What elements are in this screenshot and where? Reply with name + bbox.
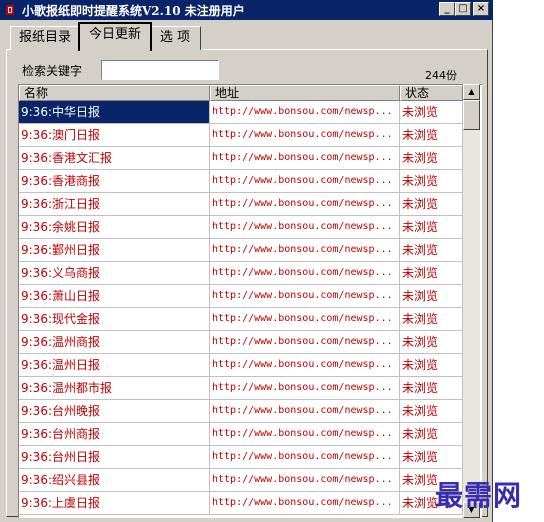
row-status-cell[interactable]: 未浏览	[400, 193, 463, 216]
row-status-cell[interactable]: 未浏览	[400, 423, 463, 446]
row-status-cell[interactable]: 未浏览	[400, 216, 463, 239]
row-name-cell[interactable]: 9:36:香港文汇报	[19, 147, 210, 170]
app-logo-icon	[3, 2, 17, 18]
row-name-cell[interactable]: 9:36:中华日报	[19, 101, 210, 124]
tab-today-updates[interactable]: 今日更新	[78, 22, 152, 51]
row-url-cell[interactable]: http://www.bonsou.com/newsp...	[210, 400, 400, 423]
row-name-cell[interactable]: 9:36:台州日报	[19, 446, 210, 469]
table-row[interactable]: 9:36:台州日报 http://www.bonsou.com/newsp... 未…	[19, 446, 463, 469]
minimize-button[interactable]: _	[439, 2, 455, 16]
table-row[interactable]: 9:36:温州商报 http://www.bonsou.com/newsp... 未…	[19, 331, 463, 354]
row-name-cell[interactable]: 9:36:台州商报	[19, 423, 210, 446]
row-name-cell[interactable]: 9:36:余姚日报	[19, 216, 210, 239]
row-status-cell[interactable]: 未浏览	[400, 124, 463, 147]
row-name-cell[interactable]: 9:36:温州都市报	[19, 377, 210, 400]
window-title: 小歌报纸即时提醒系统V2.10 未注册用户	[22, 4, 245, 18]
row-name-cell[interactable]: 9:36:绍兴县报	[19, 469, 210, 492]
row-url-cell[interactable]: http://www.bonsou.com/newsp...	[210, 446, 400, 469]
row-name-cell[interactable]: 9:36:香港商报	[19, 170, 210, 193]
column-header-status[interactable]: 状态	[400, 85, 463, 101]
row-url-cell[interactable]: http://www.bonsou.com/newsp...	[210, 331, 400, 354]
row-name-cell[interactable]: 9:36:温州商报	[19, 331, 210, 354]
row-status-cell[interactable]: 未浏览	[400, 262, 463, 285]
table-row[interactable]: 9:36:澳门日报 http://www.bonsou.com/newsp... 未…	[19, 124, 463, 147]
row-url-cell[interactable]: http://www.bonsou.com/newsp...	[210, 124, 400, 147]
row-url-cell[interactable]: http://www.bonsou.com/newsp...	[210, 469, 400, 492]
row-name-cell[interactable]: 9:36:台州晚报	[19, 400, 210, 423]
app-window: 小歌报纸即时提醒系统V2.10 未注册用户 _ □ × 报纸目录 今日更新 选 …	[0, 0, 493, 522]
vertical-scrollbar[interactable]: ▲ ▼	[463, 84, 480, 518]
maximize-button[interactable]: □	[455, 2, 471, 16]
row-status-cell[interactable]: 未浏览	[400, 354, 463, 377]
row-url-cell[interactable]: http://www.bonsou.com/newsp...	[210, 377, 400, 400]
table-row[interactable]: 9:36:台州商报 http://www.bonsou.com/newsp... 未…	[19, 423, 463, 446]
table-row[interactable]: 9:36:上虞日报 http://www.bonsou.com/newsp... 未…	[19, 492, 463, 515]
row-url-cell[interactable]: http://www.bonsou.com/newsp...	[210, 193, 400, 216]
tab-newspaper-list[interactable]: 报纸目录	[10, 26, 80, 50]
row-status-cell[interactable]: 未浏览	[400, 331, 463, 354]
close-button[interactable]: ×	[473, 2, 489, 16]
row-status-cell[interactable]: 未浏览	[400, 308, 463, 331]
table-row[interactable]: 9:36:中华日报 http://www.bonsou.com/newsp... 未…	[19, 101, 463, 124]
search-label: 检索关键字	[22, 64, 83, 78]
table-row[interactable]: 9:36:余姚日报 http://www.bonsou.com/newsp... 未…	[19, 216, 463, 239]
row-url-cell[interactable]: http://www.bonsou.com/newsp...	[210, 101, 400, 124]
row-url-cell[interactable]: http://www.bonsou.com/newsp...	[210, 216, 400, 239]
row-name-cell[interactable]: 9:36:澳门日报	[19, 124, 210, 147]
tab-options[interactable]: 选 项	[149, 26, 201, 50]
table-row[interactable]: 9:36:温州日报 http://www.bonsou.com/newsp... 未…	[19, 354, 463, 377]
row-status-cell[interactable]: 未浏览	[400, 400, 463, 423]
row-name-cell[interactable]: 9:36:浙江日报	[19, 193, 210, 216]
row-name-cell[interactable]: 9:36:现代金报	[19, 308, 210, 331]
row-status-cell[interactable]: 未浏览	[400, 147, 463, 170]
row-url-cell[interactable]: http://www.bonsou.com/newsp...	[210, 147, 400, 170]
row-name-cell[interactable]: 9:36:萧山日报	[19, 285, 210, 308]
search-input[interactable]	[101, 60, 219, 80]
title-bar[interactable]: 小歌报纸即时提醒系统V2.10 未注册用户 _ □ ×	[0, 0, 493, 20]
table-row[interactable]: 9:36:香港文汇报 http://www.bonsou.com/newsp...…	[19, 147, 463, 170]
table-row[interactable]: 9:36:香港商报 http://www.bonsou.com/newsp... 未…	[19, 170, 463, 193]
row-url-cell[interactable]: http://www.bonsou.com/newsp...	[210, 354, 400, 377]
row-url-cell[interactable]: http://www.bonsou.com/newsp...	[210, 170, 400, 193]
count-label: 244份	[425, 69, 457, 82]
table-header: 名称 地址 状态	[19, 85, 463, 101]
row-url-cell[interactable]: http://www.bonsou.com/newsp...	[210, 239, 400, 262]
row-name-cell[interactable]: 9:36:义乌商报	[19, 262, 210, 285]
table-row[interactable]: 9:36:绍兴县报 http://www.bonsou.com/newsp... 未…	[19, 469, 463, 492]
table-row[interactable]: 9:36:义乌商报 http://www.bonsou.com/newsp... 未…	[19, 262, 463, 285]
column-header-name[interactable]: 名称	[19, 85, 210, 101]
row-status-cell[interactable]: 未浏览	[400, 446, 463, 469]
table-row[interactable]: 9:36:现代金报 http://www.bonsou.com/newsp... 未…	[19, 308, 463, 331]
row-status-cell[interactable]: 未浏览	[400, 239, 463, 262]
scroll-thumb[interactable]	[463, 100, 480, 130]
table-row[interactable]: 9:36:萧山日报 http://www.bonsou.com/newsp... 未…	[19, 285, 463, 308]
row-status-cell[interactable]: 未浏览	[400, 377, 463, 400]
row-url-cell[interactable]: http://www.bonsou.com/newsp...	[210, 262, 400, 285]
newspaper-table: 名称 地址 状态 9:36:中华日报 http://www.bonsou.com/…	[18, 84, 482, 518]
row-status-cell[interactable]: 未浏览	[400, 101, 463, 124]
row-url-cell[interactable]: http://www.bonsou.com/newsp...	[210, 492, 400, 515]
row-name-cell[interactable]: 9:36:上虞日报	[19, 492, 210, 515]
row-url-cell[interactable]: http://www.bonsou.com/newsp...	[210, 308, 400, 331]
row-name-cell[interactable]: 9:36:温州日报	[19, 354, 210, 377]
row-status-cell[interactable]: 未浏览	[400, 170, 463, 193]
table-row[interactable]: 9:36:温州都市报 http://www.bonsou.com/newsp...…	[19, 377, 463, 400]
row-name-cell[interactable]: 9:36:鄞州日报	[19, 239, 210, 262]
column-header-url[interactable]: 地址	[210, 85, 400, 101]
row-url-cell[interactable]: http://www.bonsou.com/newsp...	[210, 285, 400, 308]
watermark: 最需网	[435, 479, 523, 512]
table-row[interactable]: 9:36:浙江日报 http://www.bonsou.com/newsp... 未…	[19, 193, 463, 216]
row-status-cell[interactable]: 未浏览	[400, 285, 463, 308]
scroll-up-button[interactable]: ▲	[463, 84, 480, 100]
table-row[interactable]: 9:36:鄞州日报 http://www.bonsou.com/newsp... 未…	[19, 239, 463, 262]
table-row[interactable]: 9:36:台州晚报 http://www.bonsou.com/newsp... 未…	[19, 400, 463, 423]
row-url-cell[interactable]: http://www.bonsou.com/newsp...	[210, 423, 400, 446]
